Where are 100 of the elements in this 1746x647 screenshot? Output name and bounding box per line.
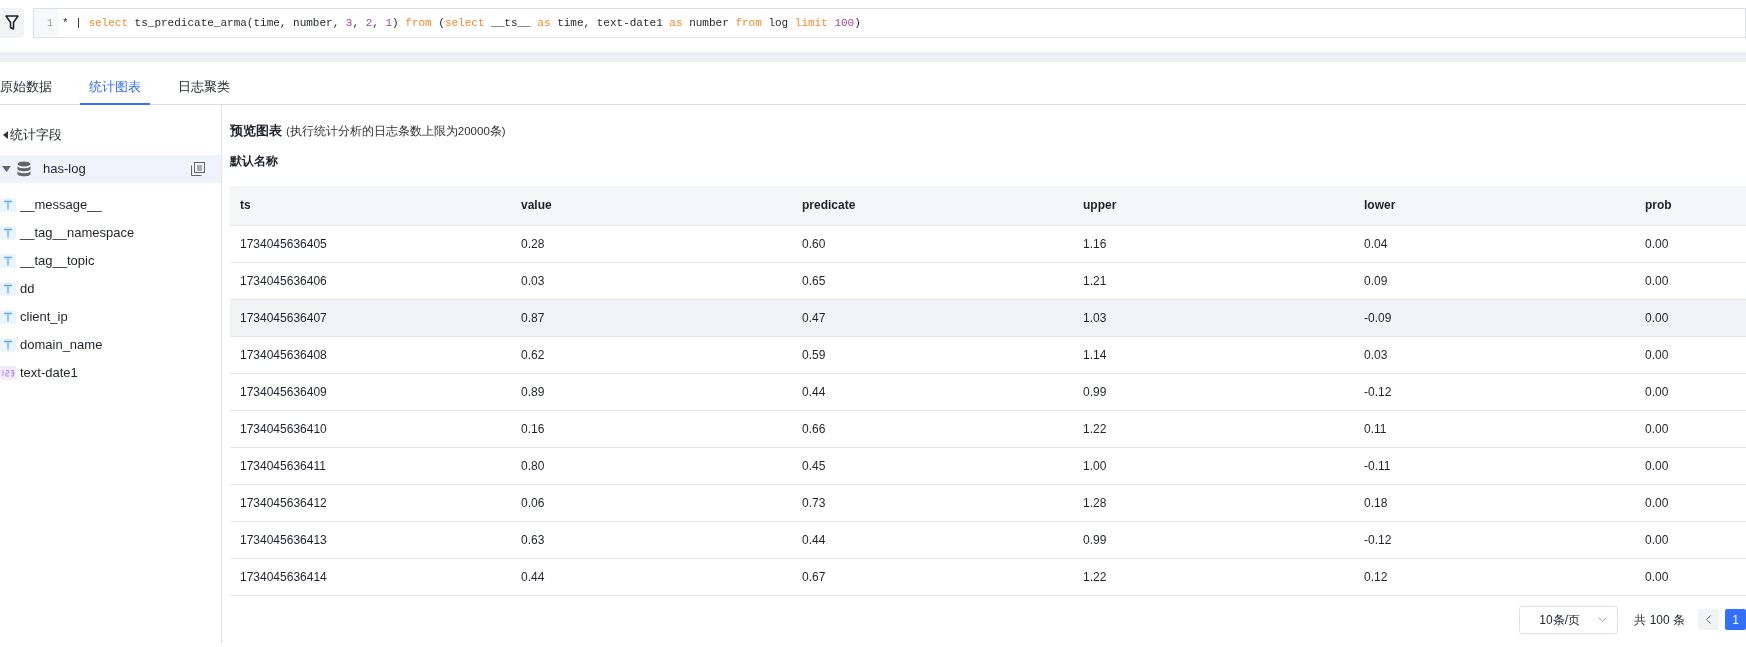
- source-row[interactable]: has-log: [0, 155, 221, 183]
- page-button[interactable]: 1: [1725, 609, 1746, 630]
- table-cell-text: 0.00: [1644, 457, 1670, 475]
- table-cell-text: 1.03: [1082, 309, 1108, 327]
- table-cell-text: 0.99: [1082, 531, 1108, 549]
- table-cell-text: 1734045636410: [239, 420, 328, 438]
- preview-note: (执行统计分析的日志条数上限为20000条): [286, 124, 506, 139]
- column-header: ts: [239, 197, 252, 214]
- table-cell-text: 0.00: [1644, 494, 1670, 512]
- table-cell-text: 1.16: [1082, 235, 1108, 253]
- table-cell-text: 1734045636406: [239, 272, 328, 290]
- column-header: upper: [1082, 197, 1118, 214]
- table-cell-text: 0.28: [520, 235, 546, 253]
- column-header: prob: [1644, 197, 1673, 214]
- tab[interactable]: 日志聚类: [178, 70, 230, 105]
- table-cell-text: 0.00: [1644, 420, 1670, 438]
- tab[interactable]: 原始数据: [0, 70, 52, 105]
- table-cell-text: 1734045636412: [239, 494, 328, 512]
- table-cell-text: 0.03: [1363, 346, 1389, 364]
- table-cell-text: 0.60: [801, 235, 827, 253]
- table-cell-text: 0.11: [1363, 420, 1388, 438]
- field-name[interactable]: dd: [20, 279, 35, 299]
- table-cell-text: 1.14: [1082, 346, 1108, 364]
- table-cell-text: 1734045636411: [239, 457, 327, 475]
- table-cell-text: 1734045636409: [239, 383, 328, 401]
- table-cell-text: 0.44: [520, 568, 546, 586]
- table-cell-text: 0.44: [801, 383, 827, 401]
- table-cell-text: 0.00: [1644, 346, 1670, 364]
- field-name[interactable]: __tag__topic: [20, 251, 95, 271]
- field-name[interactable]: __tag__namespace: [20, 223, 135, 243]
- source-name: has-log: [43, 160, 87, 179]
- table-cell-text: 1734045636414: [239, 568, 328, 586]
- table-cell-text: 1.00: [1082, 457, 1108, 475]
- table-cell-text: 0.00: [1644, 568, 1670, 586]
- line-number: 1: [34, 9, 58, 37]
- table-cell-text: 1.22: [1082, 420, 1108, 438]
- number-type-icon: [0, 366, 16, 380]
- column-header: lower: [1363, 197, 1397, 214]
- table-cell-text: 0.67: [801, 568, 827, 586]
- table-cell-text: 0.87: [520, 309, 546, 327]
- table-cell-text: 0.03: [520, 272, 546, 290]
- column-header: value: [520, 197, 553, 214]
- table-cell-text: 0.44: [801, 531, 827, 549]
- text-type-icon: [0, 282, 16, 296]
- filter-icon: [5, 15, 19, 31]
- table-cell-text: -0.09: [1363, 309, 1393, 327]
- text-type-icon: [0, 254, 16, 268]
- field-name[interactable]: __message__: [20, 195, 102, 215]
- table-cell-text: 0.80: [520, 457, 546, 475]
- table-cell-text: 0.45: [801, 457, 827, 475]
- table-cell-text: -0.12: [1363, 531, 1393, 549]
- chevron-down-icon: [1598, 617, 1608, 622]
- query-editor[interactable]: 1 * | select ts_predicate_arma(time, number, 3, 2, 1) from (select __ts__ as time, text-date1 as number from log limit 100): [33, 8, 1746, 38]
- text-type-icon: [0, 198, 16, 212]
- page-size-select[interactable]: 10条/页: [1519, 605, 1619, 634]
- table-cell-text: 0.65: [801, 272, 827, 290]
- table-cell-text: 1734045636405: [239, 235, 328, 253]
- chevron-left-icon: [1706, 615, 1711, 624]
- table-cell-text: 0.47: [801, 309, 827, 327]
- sidebar-title: 统计字段: [10, 126, 62, 145]
- table-cell-text: -0.11: [1363, 457, 1392, 475]
- chart-name: 默认名称: [230, 152, 278, 170]
- table-cell-text: 0.73: [801, 494, 827, 512]
- caret-left-icon[interactable]: [3, 131, 8, 139]
- table-cell-text: 0.59: [801, 346, 827, 364]
- field-name[interactable]: text-date1: [20, 363, 78, 383]
- table-cell-text: 0.00: [1644, 272, 1670, 290]
- field-name[interactable]: domain_name: [20, 335, 103, 355]
- table-cell-text: 0.89: [520, 383, 546, 401]
- text-type-icon: [0, 338, 16, 352]
- filter-button[interactable]: [0, 8, 24, 38]
- table-cell-text: 1.22: [1082, 568, 1108, 586]
- query-text: * | select ts_predicate_arma(time, number, 3, 2, 1) from (select __ts__ as time, text-date1 as number from log limit 100): [61, 15, 861, 31]
- table-cell-text: 0.99: [1082, 383, 1108, 401]
- caret-down-icon[interactable]: [2, 166, 11, 172]
- field-name[interactable]: client_ip: [20, 307, 68, 327]
- table-cell-text: 0.00: [1644, 383, 1670, 401]
- table-cell-text: 0.63: [520, 531, 546, 549]
- table-cell-text: 1734045636408: [239, 346, 328, 364]
- table-cell-text: 0.09: [1363, 272, 1389, 290]
- total-count: 共 100 条: [1634, 611, 1685, 629]
- text-type-icon: [0, 226, 16, 240]
- table-cell-text: 0.06: [520, 494, 546, 512]
- table-cell-text: 0.00: [1644, 531, 1670, 549]
- table-cell-text: 0.18: [1363, 494, 1389, 512]
- table-cell-text: 0.12: [1363, 568, 1389, 586]
- table-cell-text: 0.16: [520, 420, 546, 438]
- table-cell-text: 0.04: [1363, 235, 1389, 253]
- table-cell-text: 1.21: [1082, 272, 1108, 290]
- preview-title: 预览图表: [230, 122, 282, 140]
- table-cell-text: 0.00: [1644, 309, 1670, 327]
- table-cell-text: 1.28: [1082, 494, 1108, 512]
- column-header: predicate: [801, 197, 857, 214]
- table-cell-text: 1734045636407: [239, 309, 328, 327]
- copy-icon[interactable]: [191, 162, 205, 176]
- text-type-icon: [0, 310, 16, 324]
- tab[interactable]: 统计图表: [80, 70, 150, 105]
- table-cell-text: 0.66: [801, 420, 827, 438]
- table-cell-text: 1734045636413: [239, 531, 328, 549]
- table-cell-text: -0.12: [1363, 383, 1393, 401]
